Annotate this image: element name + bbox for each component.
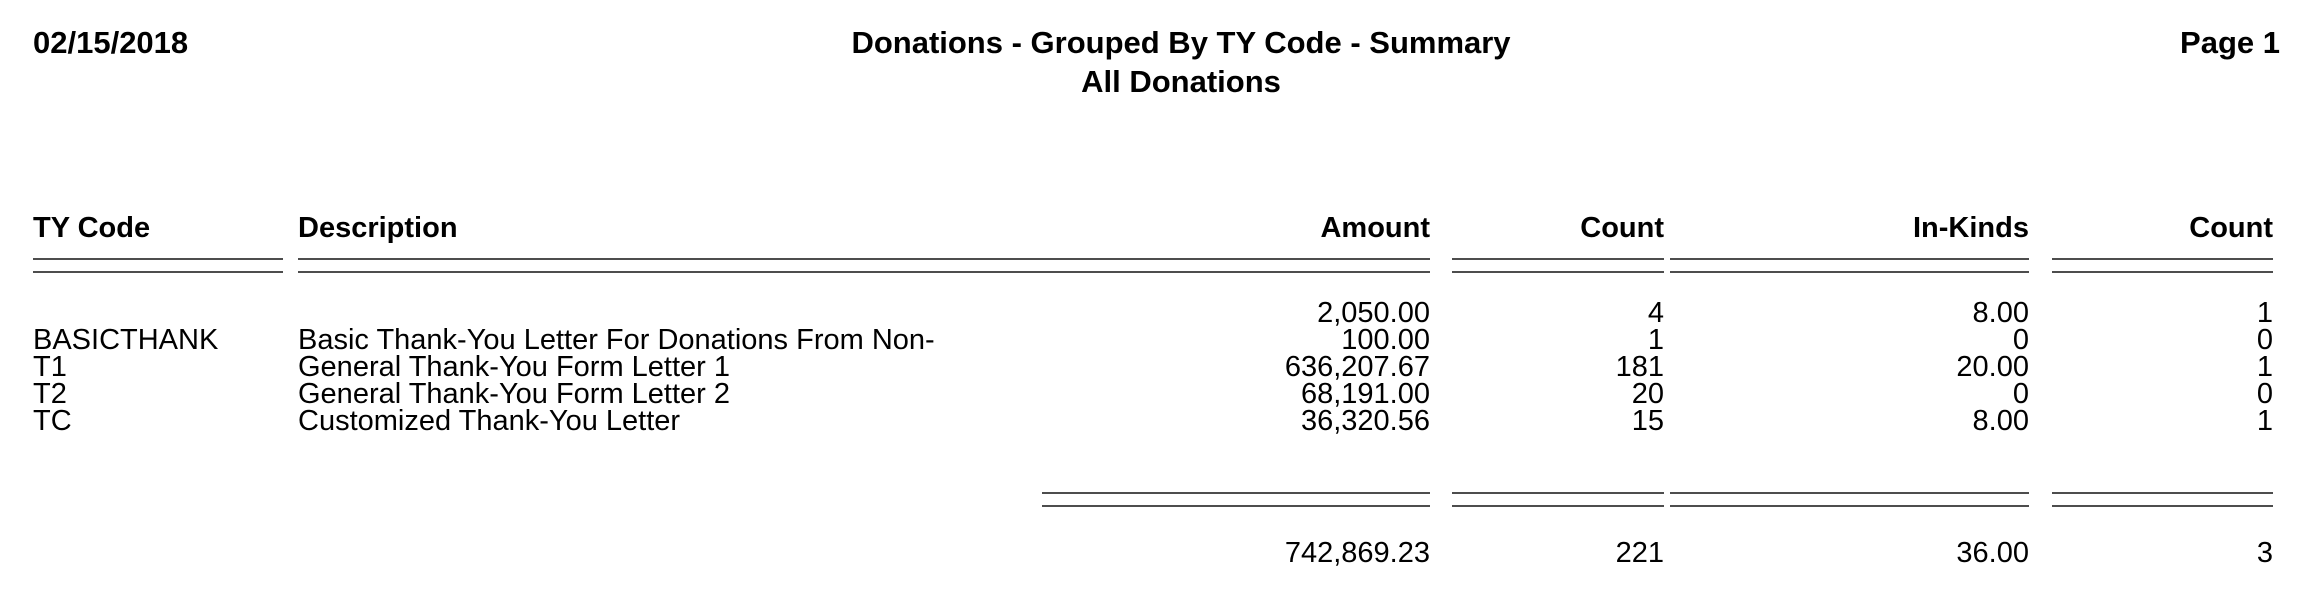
page-title: Donations - Grouped By TY Code - Summary [851,25,1511,60]
page-number: Page 1 [2180,25,2280,60]
totals-rule-in-kind-count [2052,492,2273,507]
column-header-description: Description [298,212,458,244]
cell-in-kind-count: 1 [2256,405,2273,437]
header-rule-group [0,258,2319,273]
cell-description: Customized Thank-You Letter [298,405,681,437]
totals-rule-group [0,492,2319,507]
report-header: 02/15/2018 Donations - Grouped By TY Cod… [0,24,2319,134]
cell-in-kinds: 8.00 [1972,405,2029,437]
header-rule-count [1452,258,1664,273]
column-header-amount: Amount [1320,212,1430,244]
report-page: 02/15/2018 Donations - Grouped By TY Cod… [0,0,2319,604]
total-in-kinds: 36.00 [1956,537,2029,569]
cell-amount: 36,320.56 [1300,405,1430,437]
header-rule-amount [1042,258,1430,273]
report-title-block: Donations - Grouped By TY Code - Summary… [0,24,2319,101]
totals-rule-amount [1042,492,1430,507]
totals-rule-count [1452,492,1664,507]
header-rule-in-kind-count [2052,258,2273,273]
header-rule-description [298,258,1044,273]
totals-rule-in-kinds [1670,492,2029,507]
cell-count: 15 [1631,405,1664,437]
table-totals-row: 742,869.23 221 36.00 3 [0,537,2319,570]
column-header-count: Count [1580,212,1664,244]
header-rule-ty-code [33,258,283,273]
table-row: TC Customized Thank-You Letter 36,320.56… [0,405,2319,438]
cell-ty-code: TC [33,405,72,437]
column-header-in-kind-count: Count [2189,212,2273,244]
column-header-in-kinds: In-Kinds [1913,212,2029,244]
page-subtitle: All Donations [1081,64,1281,99]
table-header-row: TY Code Description Amount Count In-Kind… [0,212,2319,245]
total-amount: 742,869.23 [1284,537,1430,569]
total-in-kind-count: 3 [2256,537,2273,569]
header-rule-in-kinds [1670,258,2029,273]
total-count: 221 [1615,537,1664,569]
column-header-ty-code: TY Code [33,212,151,244]
